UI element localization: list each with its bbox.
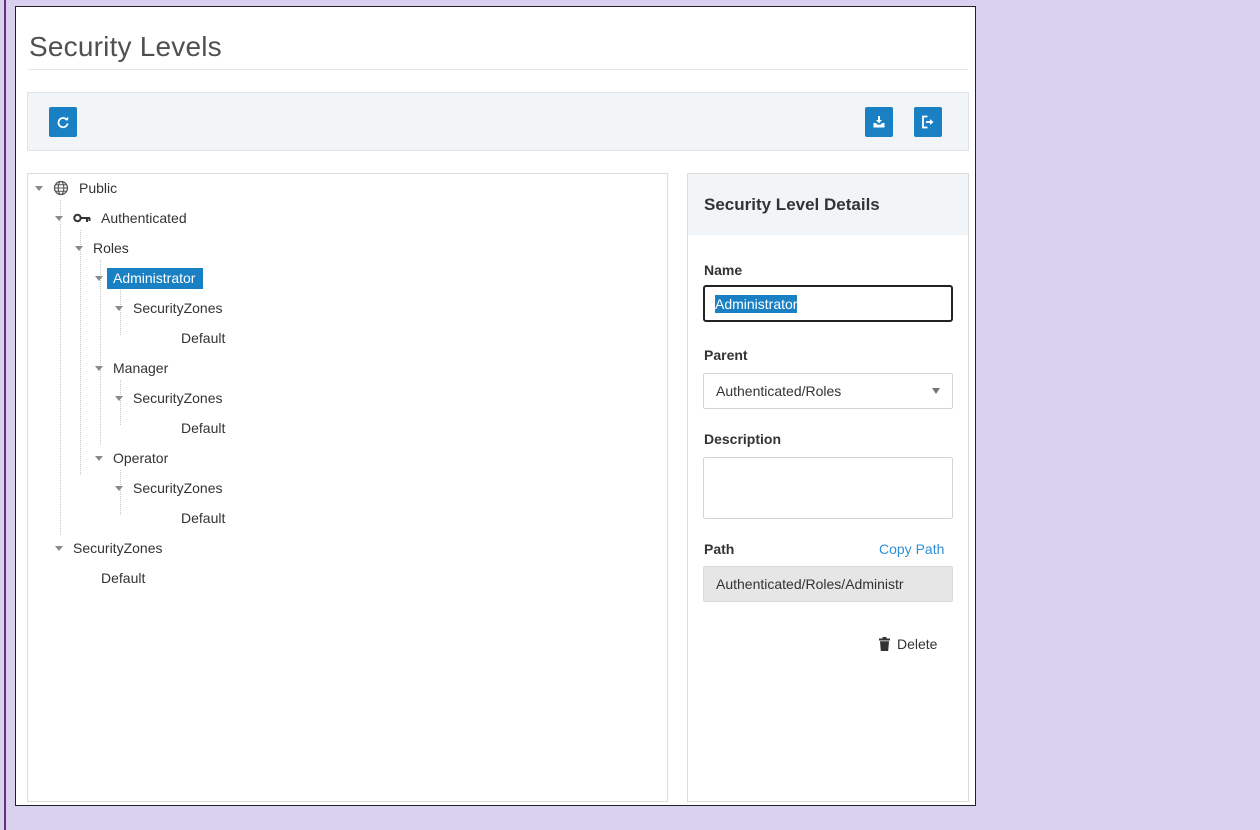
tree-label: Default [181,330,226,346]
chevron-down-icon[interactable] [95,275,103,281]
chevron-down-icon[interactable] [75,245,83,251]
tree-label-selected: Administrator [107,267,204,289]
tree-item-default[interactable]: Default [181,327,225,349]
trash-icon [879,637,890,651]
chevron-down-icon[interactable] [95,365,103,371]
tree-label: Operator [113,450,169,466]
name-input[interactable]: Administrator [703,285,953,322]
tree-item-public[interactable]: Public [35,177,117,199]
tree-item-security-zones[interactable]: SecurityZones [115,477,222,499]
description-textarea[interactable] [703,457,953,519]
left-accent-rule [4,0,6,830]
path-field[interactable]: Authenticated/Roles/Administr [703,566,953,602]
tree-label: Default [181,420,226,436]
details-title: Security Level Details [704,195,880,214]
tree-guide [80,230,81,475]
path-label: Path [704,541,735,557]
tree-label: Default [101,570,146,586]
tree-item-operator[interactable]: Operator [95,447,168,469]
tree-label: Authenticated [101,210,187,226]
description-label: Description [704,431,782,447]
refresh-button[interactable] [49,107,77,137]
delete-label: Delete [897,636,938,652]
exit-button[interactable] [914,107,942,137]
tree-item-security-zones[interactable]: SecurityZones [115,387,222,409]
globe-icon [53,180,69,196]
tree-item-manager[interactable]: Manager [95,357,168,379]
delete-button[interactable]: Delete [879,636,937,652]
tree-label: SecurityZones [133,480,223,496]
tree-item-authenticated[interactable]: Authenticated [55,207,187,229]
chevron-down-icon[interactable] [95,455,103,461]
path-value: Authenticated/Roles/Administr [716,576,904,592]
chevron-down-icon[interactable] [115,305,123,311]
name-input-value: Administrator [715,294,798,313]
exit-icon [922,115,934,129]
details-panel: Security Level Details Name Administrato… [687,173,969,802]
copy-path-link[interactable]: Copy Path [879,541,944,557]
tree-item-roles[interactable]: Roles [75,237,129,259]
import-button[interactable] [865,107,893,137]
chevron-down-icon[interactable] [35,185,43,191]
security-tree-panel: Public Authenticated Roles Administrator… [27,173,668,802]
parent-select-value: Authenticated/Roles [716,383,842,399]
refresh-icon [57,116,69,129]
tree-item-security-zones[interactable]: SecurityZones [55,537,162,559]
dropdown-arrow-icon [932,388,940,394]
tree-label: SecurityZones [133,300,223,316]
parent-label: Parent [704,347,748,363]
tree-label: Manager [113,360,169,376]
security-levels-window: Security Levels Public Authenticated Rol… [15,6,976,806]
name-label: Name [704,262,743,278]
details-header: Security Level Details [688,174,968,235]
tree-guide [60,200,61,535]
key-icon [73,212,91,224]
tree-label: SecurityZones [133,390,223,406]
import-icon [873,116,885,128]
tree-item-default[interactable]: Default [181,507,225,529]
tree-label: Roles [93,240,129,256]
tree-item-default[interactable]: Default [101,567,145,589]
chevron-down-icon[interactable] [55,215,63,221]
tree-item-default[interactable]: Default [181,417,225,439]
chevron-down-icon[interactable] [115,395,123,401]
parent-select[interactable]: Authenticated/Roles [703,373,953,409]
page-title: Security Levels [29,31,222,62]
tree-item-administrator[interactable]: Administrator [95,267,204,289]
tree-item-security-zones[interactable]: SecurityZones [115,297,222,319]
tree-label: Public [79,180,118,196]
chevron-down-icon[interactable] [115,485,123,491]
chevron-down-icon[interactable] [55,545,63,551]
tree-label: Default [181,510,226,526]
tree-label: SecurityZones [73,540,163,556]
title-divider [28,69,968,70]
toolbar [27,92,969,151]
